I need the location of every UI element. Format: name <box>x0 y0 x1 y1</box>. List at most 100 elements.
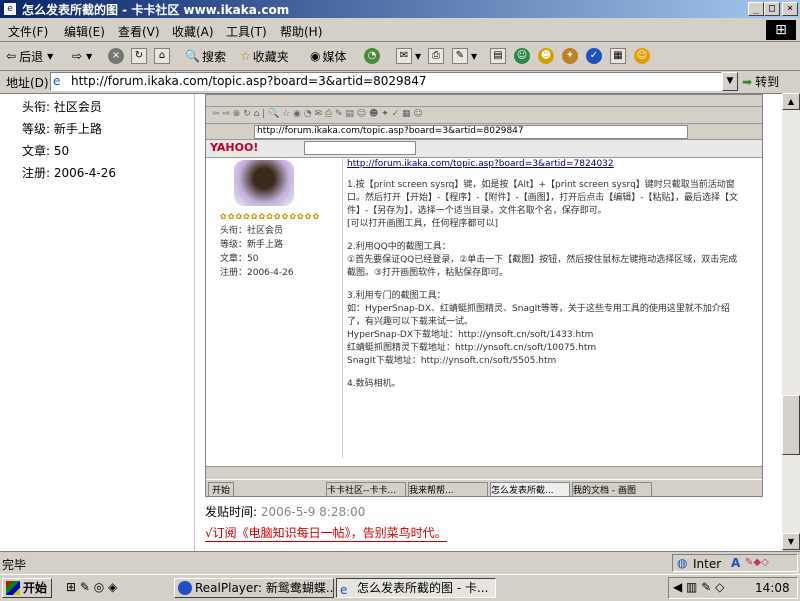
status-text: 完毕 <box>2 558 27 572</box>
system-tray: ◀ ▥ ✎ ◇ 14:08 <box>668 577 798 599</box>
search-button[interactable]: 🔍 搜索 <box>185 46 226 66</box>
refresh-icon: ↻ <box>131 48 147 64</box>
task-realplayer[interactable]: RealPlayer: 新鸳鸯蝴蝶... <box>174 578 334 598</box>
menu-edit[interactable]: 编辑(E) <box>64 23 105 40</box>
toolbar: ⇦ 后退 ▼ ⇨ ▼ × ↻ ⌂ 🔍 搜索 ☆ 收藏夹 ◉ 媒体 ◔ ✉ ▼ ⎙ ✎ ▼ ▤ ☺… <box>0 42 800 71</box>
media-icon: ◉ <box>310 49 321 63</box>
title-bar[interactable]: e 怎么发表所截的图 - 卡卡社区 www.ikaka.com _ □ × <box>0 0 800 18</box>
mail-button[interactable]: ✉ ▼ <box>396 46 421 66</box>
taskbar: 开始 ⊞ ✎ ◎ ◈ RealPlayer: 新鸳鸯蝴蝶... e 怎么发表所截… <box>0 574 800 601</box>
home-icon: ⌂ <box>154 48 170 64</box>
quicklaunch-icons[interactable]: ⊞ ✎ ◎ ◈ <box>66 580 117 594</box>
window-title: 怎么发表所截的图 - 卡卡社区 www.ikaka.com <box>22 3 290 17</box>
discuss-icon: ▤ <box>490 48 506 64</box>
menu-tools[interactable]: 工具(T) <box>226 23 267 40</box>
print-icon: ⎙ <box>428 48 444 64</box>
go-button[interactable]: ➡ 转到 <box>742 72 779 91</box>
tool-button-4[interactable]: ☺ <box>634 46 652 66</box>
ie-icon: e <box>340 583 348 597</box>
grid-icon: ▦ <box>610 48 626 64</box>
post-time-label: 发贴时间: <box>205 505 258 519</box>
address-input[interactable]: e http://forum.ikaka.com/topic.asp?board… <box>50 72 722 91</box>
user-registered: 注册: 2006-4-26 <box>22 166 116 180</box>
minimize-button[interactable]: _ <box>748 2 764 16</box>
clock: 14:08 <box>755 581 790 595</box>
search-icon: 🔍 <box>185 49 200 63</box>
start-button[interactable]: 开始 <box>2 578 52 598</box>
embedded-page: ✿✿✿✿✿✿✿✿✿✿✿✿✿ 头衔：社区会员 等级：新手上路 文章：50 注册：2… <box>206 158 762 466</box>
address-url: http://forum.ikaka.com/topic.asp?board=3… <box>71 74 427 88</box>
edit-button[interactable]: ✎ ▼ <box>452 46 477 66</box>
page-content: 头衔: 社区会员 等级: 新手上路 文章: 50 注册: 2006-4-26 ⇦… <box>0 93 782 551</box>
embedded-menubar <box>206 95 762 107</box>
chevron-down-icon: ▼ <box>415 51 422 61</box>
tool-button-1[interactable]: ✦ <box>562 46 580 66</box>
chevron-down-icon: ▼ <box>471 51 478 61</box>
realplayer-icon <box>178 581 192 595</box>
ime-tools-icon: ✎◆◇ <box>745 557 769 568</box>
address-label: 地址(D) <box>6 76 49 90</box>
address-bar: 地址(D) e http://forum.ikaka.com/topic.asp… <box>0 71 800 93</box>
qq-icon: ☻ <box>538 48 554 64</box>
embedded-taskbar: 开始 卡卡社区--卡卡... 我来帮帮... 怎么发表所截... 我的文档 - … <box>206 479 762 496</box>
edit-icon: ✎ <box>452 48 468 64</box>
address-dropdown-button[interactable]: ▼ <box>722 72 738 91</box>
stop-button[interactable]: × <box>108 46 126 66</box>
task-ie-window[interactable]: e 怎么发表所截的图 - 卡... <box>336 578 496 598</box>
back-button[interactable]: ⇦ 后退 ▼ <box>6 46 53 66</box>
status-bar: 完毕 ◍ Inter A ✎◆◇ <box>0 551 800 574</box>
menu-help[interactable]: 帮助(H) <box>280 23 322 40</box>
refresh-button[interactable]: ↻ <box>131 46 147 66</box>
menu-view[interactable]: 查看(V) <box>118 23 160 40</box>
mail-icon: ✉ <box>396 48 412 64</box>
embedded-toolbar: ⇦ ⇨ ⊗ ↻ ⌂ | 🔍 ☆ ◉ ◔ ✉ ⎙ ✎ ▤ ☺ ☻ ✦ ✓ ▦ ☺ <box>206 107 762 124</box>
maximize-button[interactable]: □ <box>764 2 780 16</box>
scroll-up-button[interactable]: ▲ <box>782 93 800 110</box>
menu-bar: 文件(F) 编辑(E) 查看(V) 收藏(A) 工具(T) 帮助(H) ⊞ <box>0 19 800 42</box>
post-time-value: 2006-5-9 8:28:00 <box>260 505 366 519</box>
status-zone: ◍ Inter A ✎◆◇ <box>672 554 798 572</box>
globe-icon: ◍ <box>677 556 688 570</box>
tray-icons[interactable]: ◀ ▥ ✎ ◇ <box>673 580 724 594</box>
signature-link[interactable]: √订阅《电脑知识每日一帖》，告别菜鸟时代。 <box>205 524 447 542</box>
vertical-scrollbar[interactable]: ▲ ▼ <box>782 93 800 550</box>
tool-button-3[interactable]: ▦ <box>610 46 626 66</box>
discuss-button[interactable]: ▤ <box>490 46 506 66</box>
favorites-button[interactable]: ☆ 收藏夹 <box>240 46 289 66</box>
embedded-address-bar: http://forum.ikaka.com/topic.asp?board=3… <box>206 124 762 140</box>
smile-icon: ☺ <box>634 48 650 64</box>
forward-button[interactable]: ⇨ ▼ <box>72 46 92 66</box>
post-time: 发贴时间: 2006-5-9 8:28:00 <box>205 503 365 520</box>
chevron-down-icon: ▼ <box>47 51 54 61</box>
media-button[interactable]: ◉ 媒体 <box>310 46 347 66</box>
home-button[interactable]: ⌂ <box>154 46 170 66</box>
history-button[interactable]: ◔ <box>364 46 382 66</box>
windows-logo-icon: ⊞ <box>766 20 796 40</box>
scroll-down-button[interactable]: ▼ <box>782 533 800 550</box>
tool-button-2[interactable]: ✓ <box>586 46 604 66</box>
embedded-user-info: 头衔：社区会员 等级：新手上路 文章：50 注册：2006-4-26 <box>220 226 294 278</box>
scroll-thumb[interactable] <box>782 395 800 455</box>
menu-file[interactable]: 文件(F) <box>8 23 48 40</box>
embedded-status-bar <box>206 466 762 479</box>
rating-stars: ✿✿✿✿✿✿✿✿✿✿✿✿✿ <box>220 212 321 221</box>
history-icon: ◔ <box>364 48 380 64</box>
user-title: 头衔: 社区会员 <box>22 100 102 114</box>
close-button[interactable]: × <box>782 2 798 16</box>
user-level: 等级: 新手上路 <box>22 122 102 136</box>
go-arrow-icon: ➡ <box>742 74 753 89</box>
ie-page-icon: e <box>53 74 61 88</box>
stop-icon: × <box>108 48 124 64</box>
back-arrow-icon: ⇦ <box>6 49 17 63</box>
print-button[interactable]: ⎙ <box>428 46 444 66</box>
user-posts: 文章: 50 <box>22 144 70 158</box>
gift-icon: ✦ <box>562 48 578 64</box>
menu-favorites[interactable]: 收藏(A) <box>172 23 214 40</box>
messenger-icon: ☺ <box>514 48 530 64</box>
messenger-button[interactable]: ☺ <box>514 46 532 66</box>
chevron-down-icon: ▼ <box>86 51 93 61</box>
embedded-post-body: http://forum.ikaka.com/topic.asp?board=3… <box>342 158 743 458</box>
embedded-yahoo-bar: YAHOO! <box>206 140 762 158</box>
embedded-screenshot: ⇦ ⇨ ⊗ ↻ ⌂ | 🔍 ☆ ◉ ◔ ✉ ⎙ ✎ ▤ ☺ ☻ ✦ ✓ ▦ ☺ … <box>205 94 763 497</box>
qq-button[interactable]: ☻ <box>538 46 556 66</box>
